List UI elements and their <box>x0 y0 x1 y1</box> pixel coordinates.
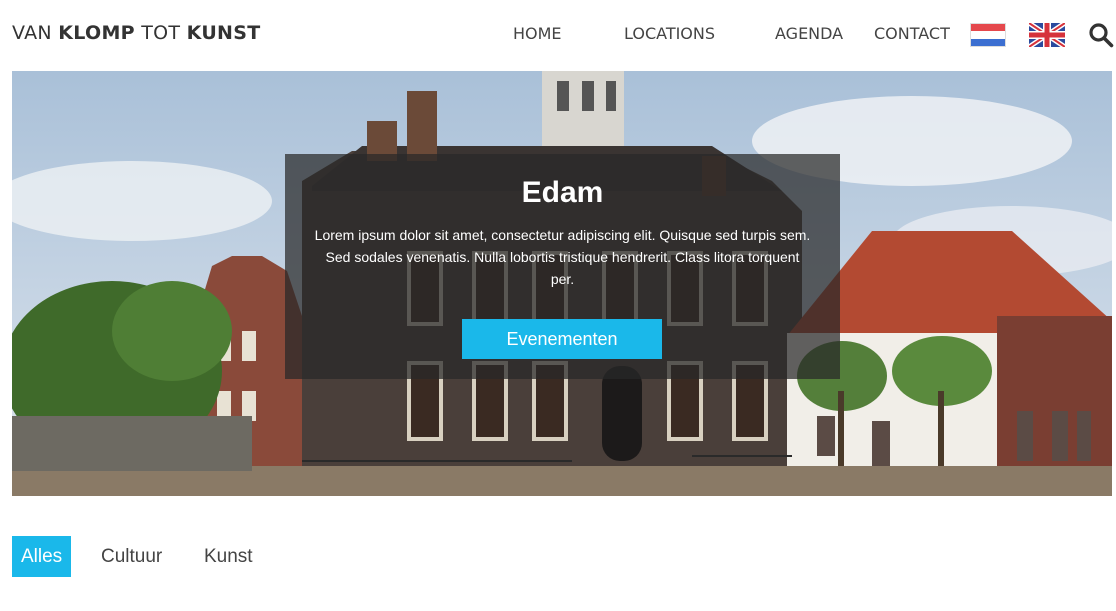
nav-home[interactable]: HOME <box>513 24 562 43</box>
site-header: VAN KLOMP TOT KUNST HOME LOCATIONS AGEND… <box>0 0 1116 70</box>
dutch-flag-icon[interactable] <box>970 23 1006 47</box>
logo-text-tot: TOT <box>134 22 187 44</box>
filter-kunst[interactable]: Kunst <box>204 536 253 577</box>
logo-text-klomp: KLOMP <box>58 22 135 44</box>
hero-title: Edam <box>521 176 604 209</box>
site-logo[interactable]: VAN KLOMP TOT KUNST <box>12 22 261 44</box>
hero-description: Lorem ipsum dolor sit amet, consectetur … <box>314 227 811 287</box>
nav-locations[interactable]: LOCATIONS <box>624 24 715 43</box>
evenementen-button[interactable]: Evenementen <box>462 319 662 359</box>
search-icon[interactable] <box>1088 22 1114 48</box>
hero-overlay: Edam Lorem ipsum dolor sit amet, consect… <box>285 154 840 379</box>
logo-text-van: VAN <box>12 22 59 44</box>
filter-cultuur[interactable]: Cultuur <box>101 536 162 577</box>
nav-agenda[interactable]: AGENDA <box>775 24 843 43</box>
nav-contact[interactable]: CONTACT <box>874 24 950 43</box>
hero-banner: Edam Lorem ipsum dolor sit amet, consect… <box>12 71 1112 496</box>
logo-text-kunst: KUNST <box>186 22 261 44</box>
uk-flag-icon[interactable] <box>1029 23 1065 47</box>
filter-alles[interactable]: Alles <box>12 536 72 577</box>
